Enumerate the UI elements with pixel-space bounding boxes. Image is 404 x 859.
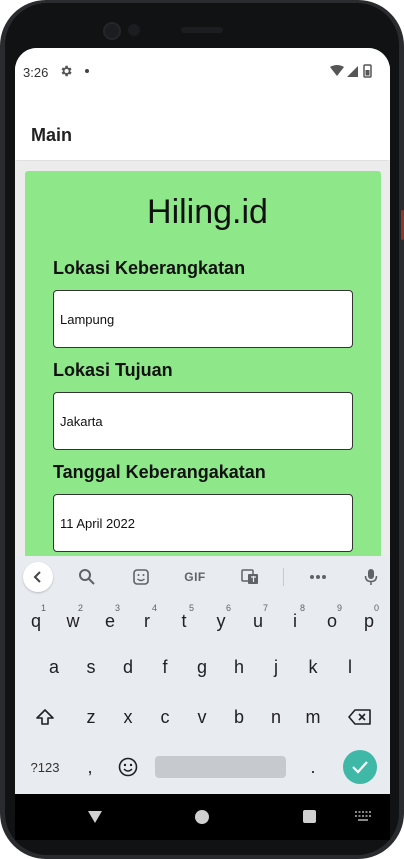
shift-icon [36, 709, 54, 725]
gif-label: GIF [184, 570, 206, 584]
keyboard-toolbar: GIF [15, 556, 390, 598]
key-g[interactable]: g [184, 648, 220, 686]
backspace-icon [348, 709, 371, 725]
keyboard-translate-button[interactable] [235, 562, 265, 592]
departure-input[interactable]: Lampung [53, 290, 353, 348]
app-bar: Main [15, 92, 390, 160]
key-i[interactable]: i8 [277, 602, 313, 640]
key-n[interactable]: n [258, 698, 294, 736]
backspace-key[interactable] [340, 698, 380, 736]
sticker-icon [133, 569, 149, 585]
app-bar-title: Main [31, 125, 73, 145]
toolbar-divider [283, 568, 284, 586]
key-b[interactable]: b [221, 698, 257, 736]
key-k[interactable]: k [295, 648, 331, 686]
key-w[interactable]: w2 [55, 602, 91, 640]
comma-key[interactable]: , [75, 748, 105, 786]
status-time: 3:26 [23, 65, 49, 80]
departure-date-input[interactable]: 11 April 2022 [53, 494, 353, 552]
emoji-key[interactable] [111, 748, 145, 786]
key-l[interactable]: l [332, 648, 368, 686]
emoji-icon [118, 757, 138, 777]
status-bar: 3:26 [15, 48, 390, 92]
key-v[interactable]: v [184, 698, 220, 736]
shift-key[interactable] [25, 698, 65, 736]
search-icon [79, 569, 95, 585]
key-d[interactable]: d [110, 648, 146, 686]
more-horizontal-icon [310, 575, 326, 579]
period-key[interactable]: . [298, 748, 328, 786]
signal-battery-icon [330, 64, 372, 78]
departure-label: Lokasi Keberangkatan [53, 258, 246, 278]
space-key[interactable] [155, 756, 286, 778]
microphone-icon [364, 569, 378, 585]
key-e[interactable]: e3 [92, 602, 128, 640]
chevron-left-icon [33, 571, 41, 583]
destination-input[interactable]: Jakarta [53, 392, 353, 450]
soft-keyboard: GIF q1 w2 e3 r4 t5 y6 u7 i8 o 9 p 0 a s … [15, 556, 390, 794]
keyboard-search-button[interactable] [72, 562, 102, 592]
keyboard-switch-icon[interactable] [355, 811, 371, 823]
nav-home-icon[interactable] [195, 810, 209, 824]
nav-back-icon[interactable] [87, 810, 103, 824]
key-h[interactable]: h [221, 648, 257, 686]
keyboard-back-button[interactable] [23, 562, 53, 592]
key-j[interactable]: j [258, 648, 294, 686]
key-a[interactable]: a [36, 648, 72, 686]
app-title: Hiling.id [147, 193, 268, 231]
key-z[interactable]: z [73, 698, 109, 736]
navigation-bar [15, 794, 390, 840]
key-f[interactable]: f [147, 648, 183, 686]
settings-gear-icon [61, 65, 72, 77]
destination-label: Lokasi Tujuan [53, 360, 173, 380]
key-p[interactable]: p0 [351, 602, 387, 640]
key-y[interactable]: y6 [203, 602, 239, 640]
keyboard-sticker-button[interactable] [126, 562, 156, 592]
earpiece-speaker [181, 27, 223, 33]
notification-dot-icon [85, 69, 89, 73]
phone-frame: 3:26 Main Hiling.id Lokasi Keberangkatan… [0, 0, 404, 859]
key-r[interactable]: r4 [129, 602, 165, 640]
key-u[interactable]: u7 [240, 602, 276, 640]
screen: 3:26 Main Hiling.id Lokasi Keberangkatan… [15, 48, 390, 794]
key-q[interactable]: q1 [18, 602, 54, 640]
key-s[interactable]: s [73, 648, 109, 686]
key-c[interactable]: c [147, 698, 183, 736]
front-camera [103, 22, 121, 40]
departure-date-label: Tanggal Keberangakatan [53, 462, 266, 482]
proximity-sensor [128, 24, 140, 36]
translate-icon [241, 569, 258, 584]
checkmark-icon [352, 761, 368, 774]
key-m[interactable]: m [295, 698, 331, 736]
key-t[interactable]: t5 [166, 602, 202, 640]
symbols-key[interactable]: ?123 [23, 748, 67, 786]
nav-recents-icon[interactable] [303, 810, 316, 823]
keyboard-mic-button[interactable] [356, 562, 386, 592]
keyboard-more-button[interactable] [303, 562, 333, 592]
key-x[interactable]: x [110, 698, 146, 736]
key-o[interactable]: o9 [314, 602, 350, 640]
enter-key[interactable] [343, 750, 377, 784]
keyboard-gif-button[interactable]: GIF [180, 562, 210, 592]
